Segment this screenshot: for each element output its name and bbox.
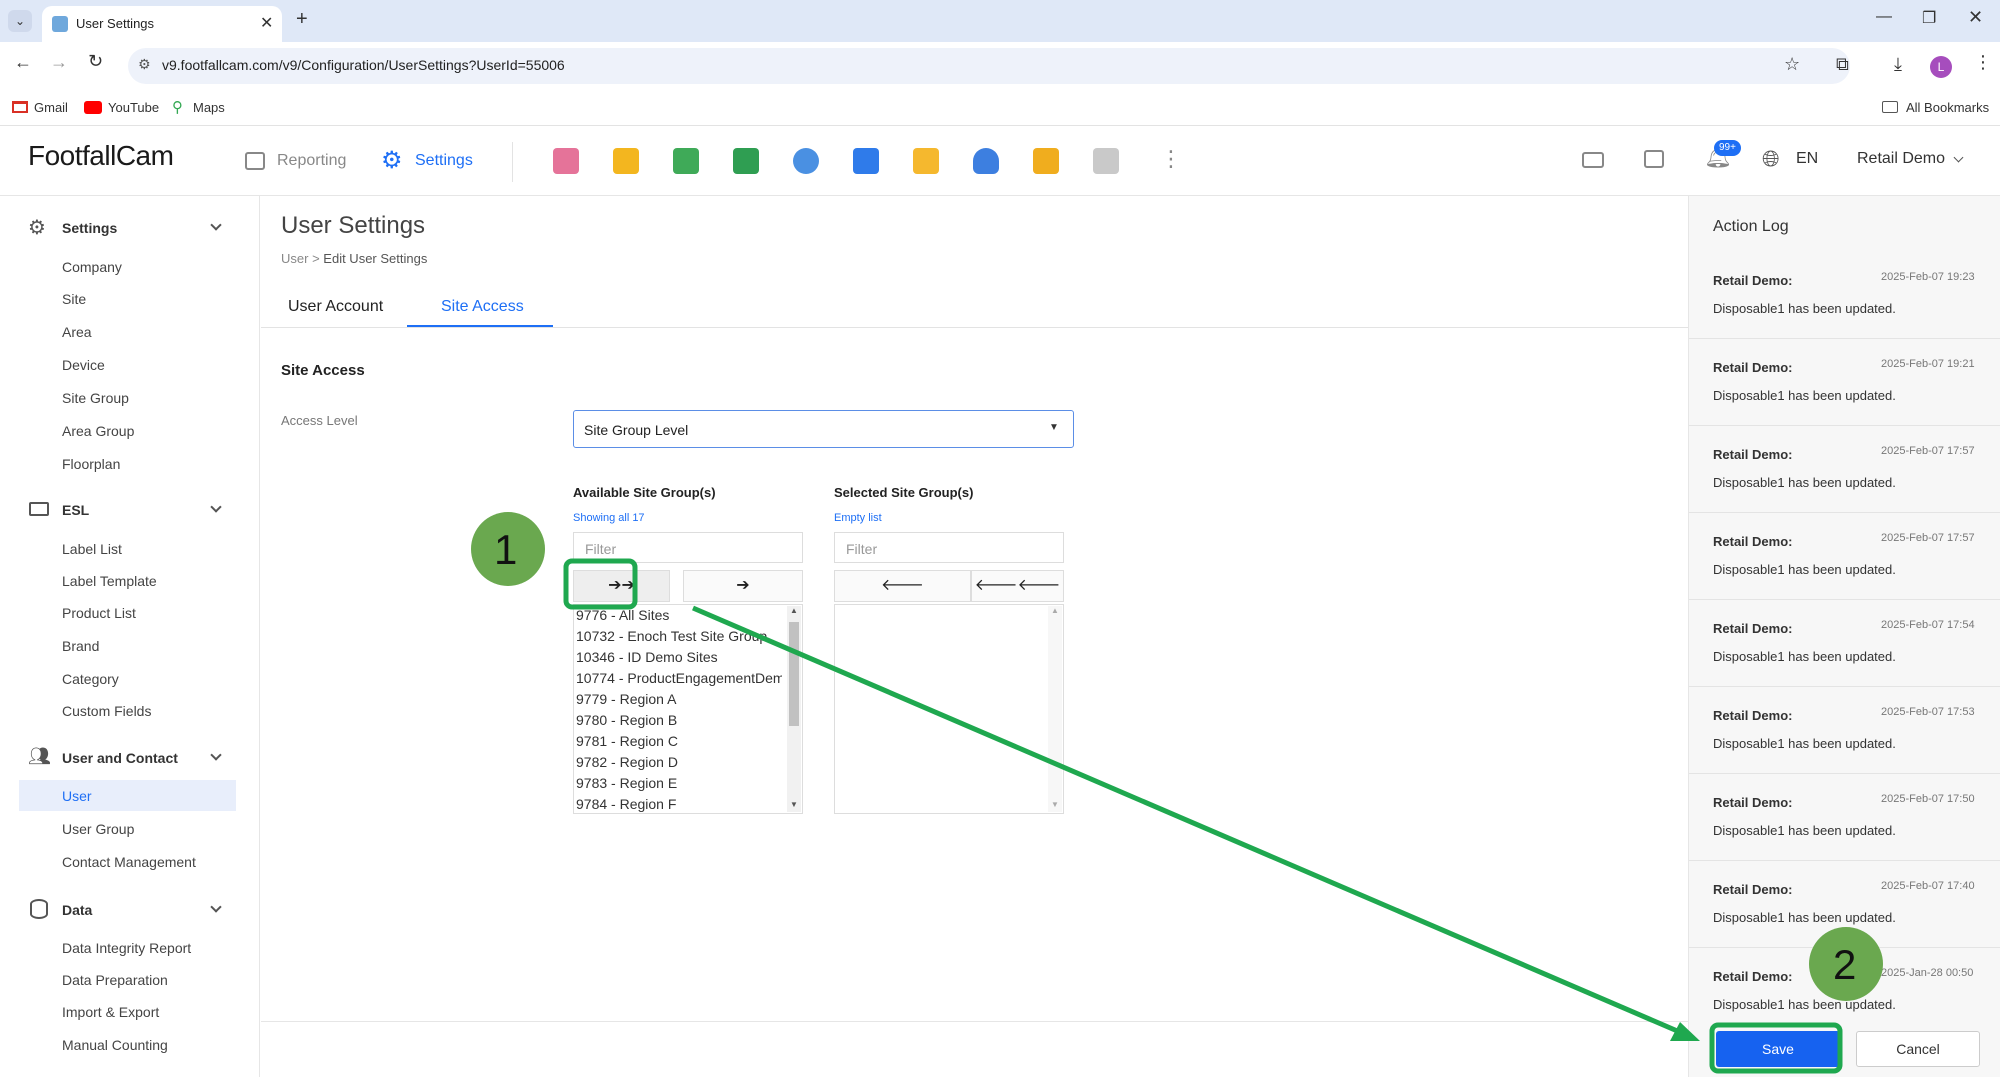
highlight-move-all <box>563 558 638 610</box>
step-2-label: 2 <box>1833 941 1857 988</box>
annotation-arrow <box>692 605 1683 1036</box>
highlight-save <box>1709 1022 1843 1074</box>
step-1-label: 1 <box>494 526 518 573</box>
annotation-overlay <box>471 512 1883 1074</box>
